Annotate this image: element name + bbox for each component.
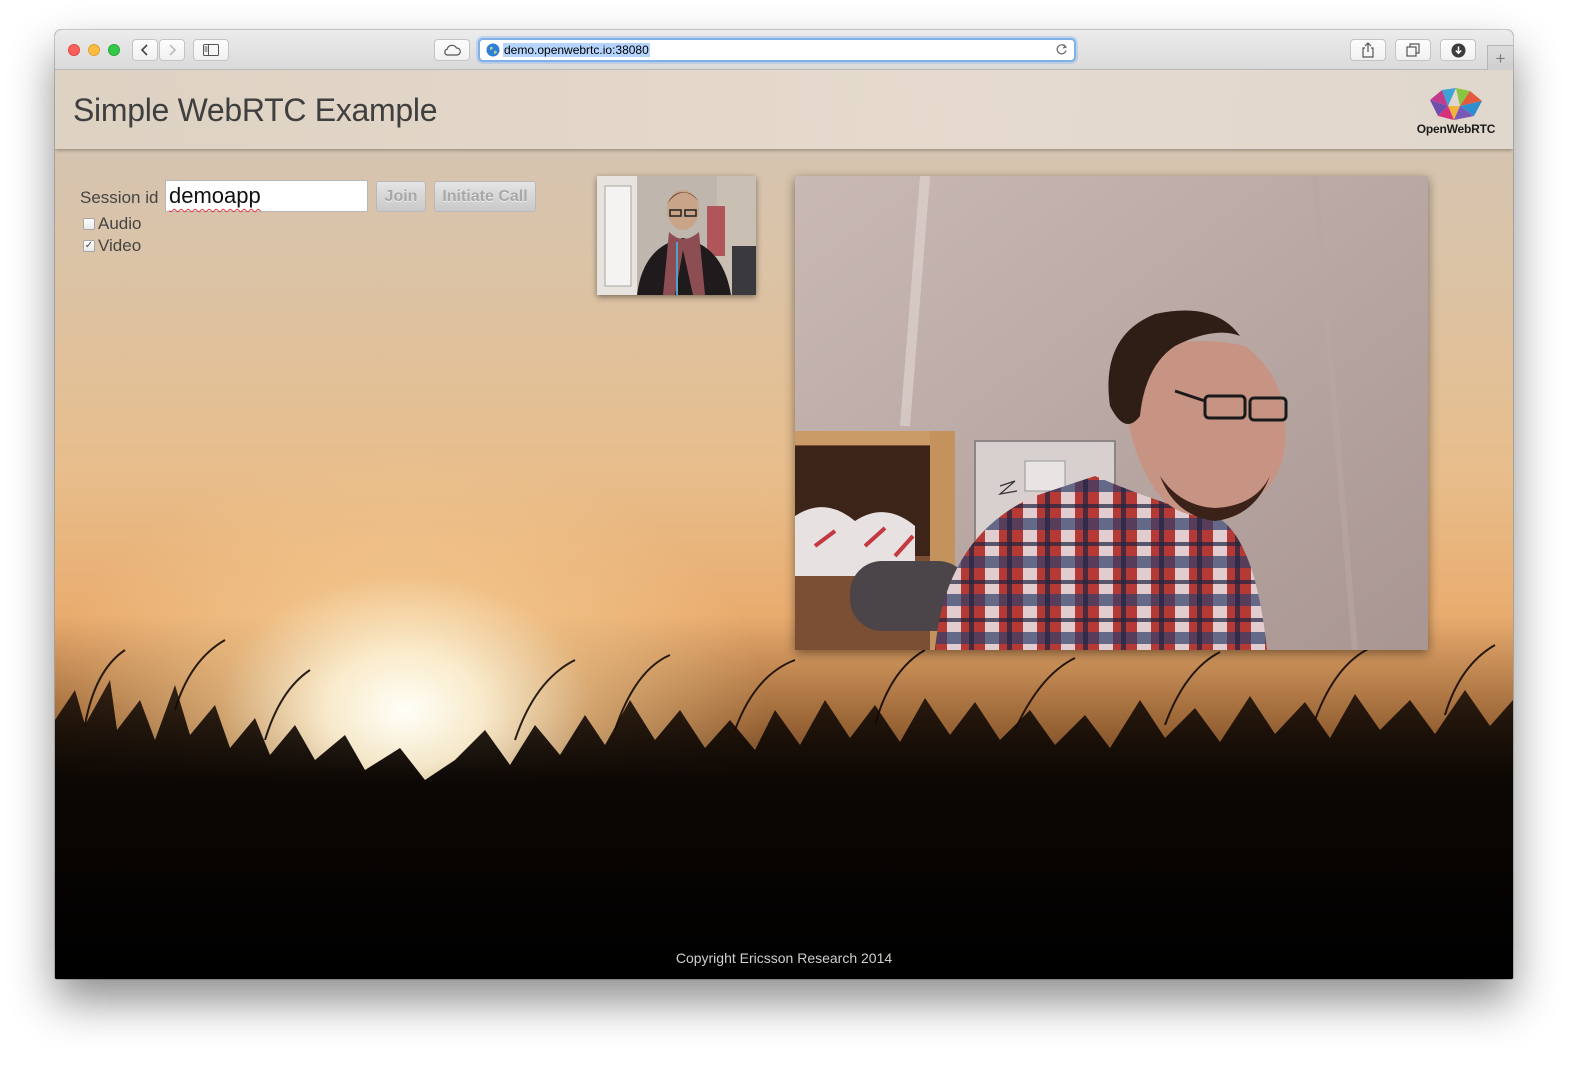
address-url: demo.openwebrtc.io:38080 bbox=[503, 43, 650, 57]
audio-checkbox[interactable] bbox=[83, 218, 95, 230]
downloads-button[interactable] bbox=[1440, 39, 1476, 61]
sidebar-button[interactable] bbox=[193, 39, 229, 61]
video-label: Video bbox=[98, 236, 142, 255]
share-icon bbox=[1362, 42, 1374, 58]
page-content: Simple WebRTC Example OpenWebRTC Session… bbox=[55, 70, 1513, 979]
remote-video bbox=[795, 176, 1428, 650]
video-option[interactable]: ✓ Video bbox=[83, 236, 141, 256]
address-bar[interactable]: demo.openwebrtc.io:38080 bbox=[478, 38, 1076, 62]
logo-text: OpenWebRTC bbox=[1416, 122, 1496, 136]
self-video-frame bbox=[597, 176, 756, 295]
session-id-label: Session id bbox=[80, 188, 159, 207]
icloud-icon bbox=[444, 44, 461, 56]
close-window-button[interactable] bbox=[68, 44, 80, 56]
background-grass bbox=[55, 639, 1513, 979]
remote-video-frame bbox=[795, 176, 1428, 650]
share-button[interactable] bbox=[1350, 39, 1386, 61]
session-id-input[interactable]: demoapp bbox=[165, 180, 368, 212]
minimize-window-button[interactable] bbox=[88, 44, 100, 56]
globe-icon bbox=[486, 43, 500, 57]
back-icon bbox=[140, 44, 148, 56]
reload-icon[interactable] bbox=[1055, 43, 1068, 56]
page-header: Simple WebRTC Example OpenWebRTC bbox=[55, 70, 1513, 149]
footer-copyright: Copyright Ericsson Research 2014 bbox=[675, 950, 893, 966]
tabs-icon bbox=[1406, 43, 1420, 57]
initiate-call-button[interactable]: Initiate Call bbox=[434, 181, 536, 212]
page-title: Simple WebRTC Example bbox=[73, 92, 438, 128]
audio-option[interactable]: Audio bbox=[83, 214, 141, 234]
join-button[interactable]: Join bbox=[376, 181, 426, 212]
zoom-window-button[interactable] bbox=[108, 44, 120, 56]
browser-toolbar: demo.openwebrtc.io:38080 + bbox=[55, 30, 1513, 70]
openwebrtc-logo-icon bbox=[1430, 88, 1482, 120]
downloads-icon bbox=[1451, 43, 1465, 57]
self-video bbox=[597, 176, 756, 295]
video-checkbox[interactable]: ✓ bbox=[83, 240, 95, 252]
forward-icon bbox=[169, 44, 177, 56]
icloud-tabs-button[interactable] bbox=[434, 39, 470, 61]
audio-label: Audio bbox=[98, 214, 142, 233]
forward-button[interactable] bbox=[159, 39, 185, 61]
back-button[interactable] bbox=[132, 39, 158, 61]
sidebar-icon bbox=[203, 44, 219, 56]
browser-window: demo.openwebrtc.io:38080 + Simple WebRTC… bbox=[55, 30, 1513, 979]
openwebrtc-logo[interactable]: OpenWebRTC bbox=[1416, 86, 1496, 136]
new-tab-button[interactable]: + bbox=[1487, 45, 1513, 70]
show-all-tabs-button[interactable] bbox=[1395, 39, 1431, 61]
